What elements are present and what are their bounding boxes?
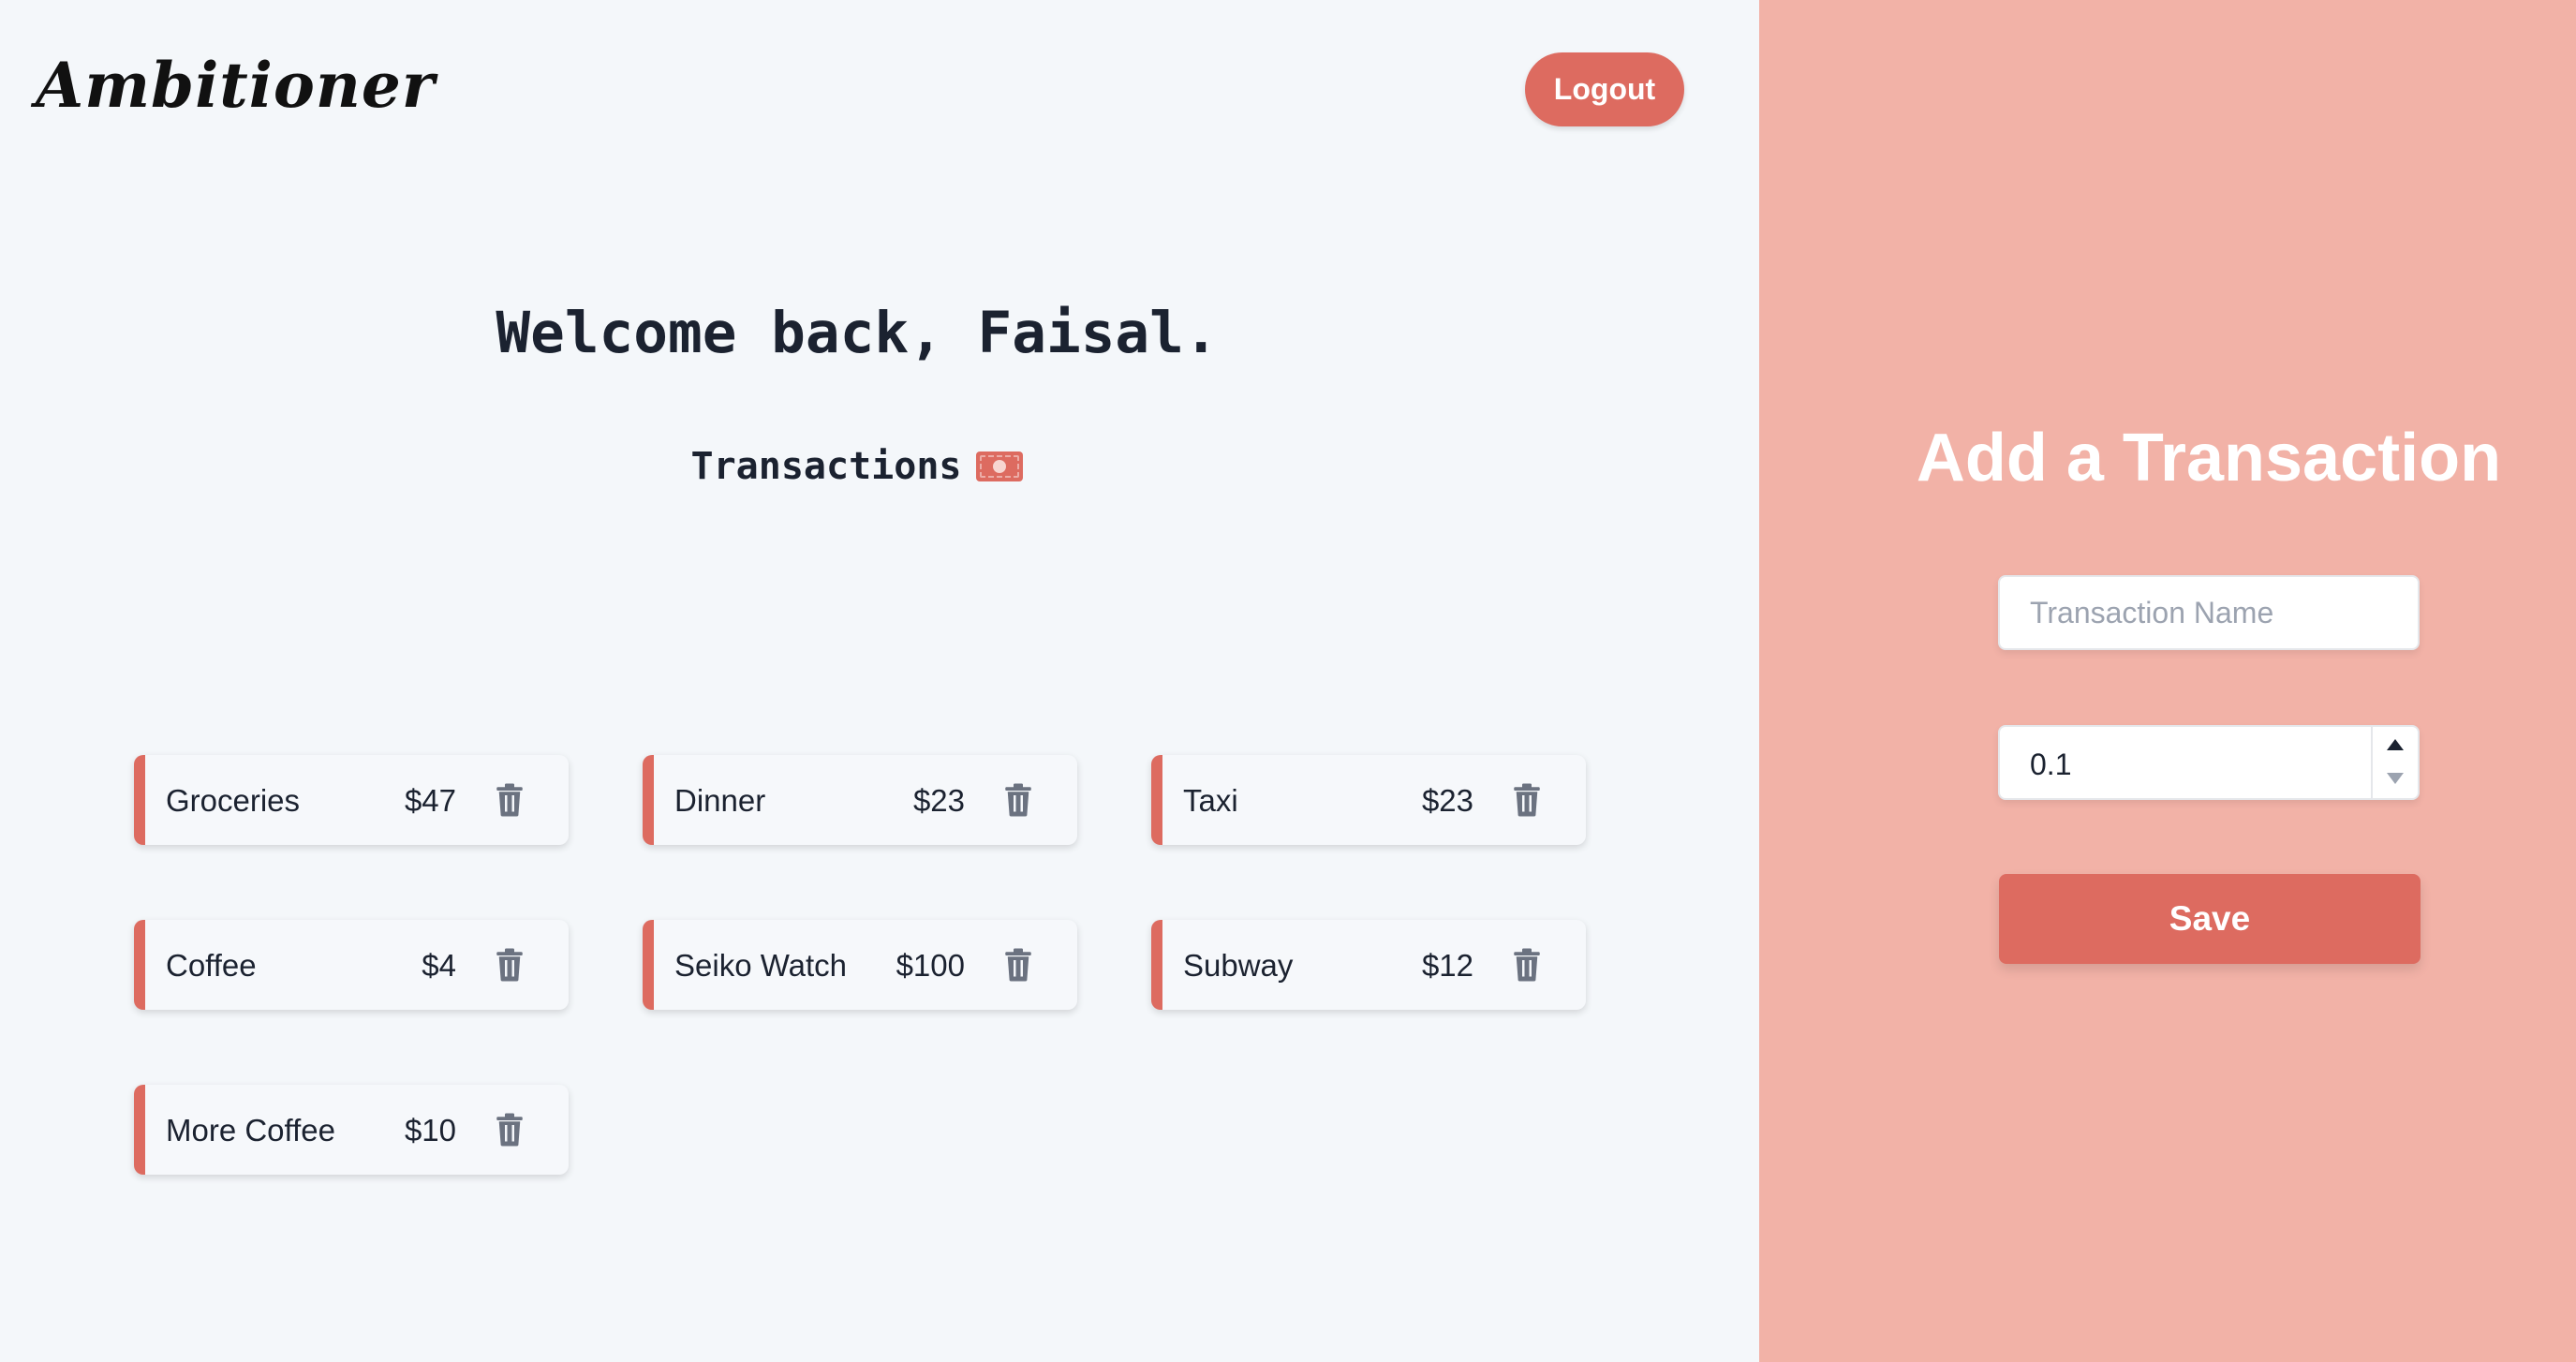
transaction-name: Coffee: [166, 948, 257, 983]
transaction-card: Dinner $23: [643, 755, 1077, 845]
transaction-card: Coffee $4: [134, 920, 569, 1010]
transaction-amount: $47: [404, 783, 456, 818]
save-button[interactable]: Save: [1999, 874, 2421, 964]
transaction-amount: $23: [1421, 783, 1473, 818]
transaction-name-input[interactable]: [1998, 575, 2420, 650]
form-title: Add a Transaction: [1916, 421, 2502, 496]
transaction-card: Subway $12: [1151, 920, 1586, 1010]
stepper-down-icon[interactable]: [2386, 772, 2405, 785]
logout-button[interactable]: Logout: [1525, 52, 1684, 126]
trash-icon[interactable]: [1513, 782, 1541, 818]
transaction-name: Seiko Watch: [674, 948, 848, 983]
transaction-card: More Coffee $10: [134, 1085, 569, 1175]
transaction-card: Seiko Watch $100: [643, 920, 1077, 1010]
add-transaction-panel: [1759, 0, 2576, 1362]
transaction-amount: $12: [1421, 948, 1473, 983]
number-stepper[interactable]: [2371, 727, 2418, 798]
transaction-name: Subway: [1183, 948, 1294, 983]
transaction-name: Dinner: [674, 783, 766, 818]
trash-icon[interactable]: [496, 1112, 524, 1147]
transactions-heading-label: Transactions: [690, 445, 962, 488]
trash-icon[interactable]: [1004, 782, 1032, 818]
transaction-card: Taxi $23: [1151, 755, 1586, 845]
transaction-amount: $4: [422, 948, 456, 983]
amount-value: 0.1: [2030, 748, 2072, 781]
stepper-up-icon[interactable]: [2386, 738, 2405, 751]
transaction-amount: $10: [404, 1113, 456, 1147]
trash-icon[interactable]: [1004, 947, 1032, 983]
welcome-heading: Welcome back, Faisal.: [496, 300, 1219, 366]
trash-icon[interactable]: [1513, 947, 1541, 983]
main-panel: Ambitioner Logout Welcome back, Faisal. …: [0, 0, 1759, 1362]
trash-icon[interactable]: [496, 782, 524, 818]
money-icon: [976, 452, 1024, 481]
transaction-name: Taxi: [1183, 783, 1238, 818]
trash-icon[interactable]: [496, 947, 524, 983]
app-logo: Ambitioner: [36, 49, 436, 122]
transaction-name: Groceries: [166, 783, 301, 818]
amount-input[interactable]: 0.1: [1998, 725, 2420, 800]
transaction-name: More Coffee: [166, 1113, 335, 1147]
transaction-amount: $100: [896, 948, 965, 983]
transaction-amount: $23: [912, 783, 965, 818]
transactions-heading: Transactions: [0, 445, 1714, 488]
transaction-card: Groceries $47: [134, 755, 569, 845]
